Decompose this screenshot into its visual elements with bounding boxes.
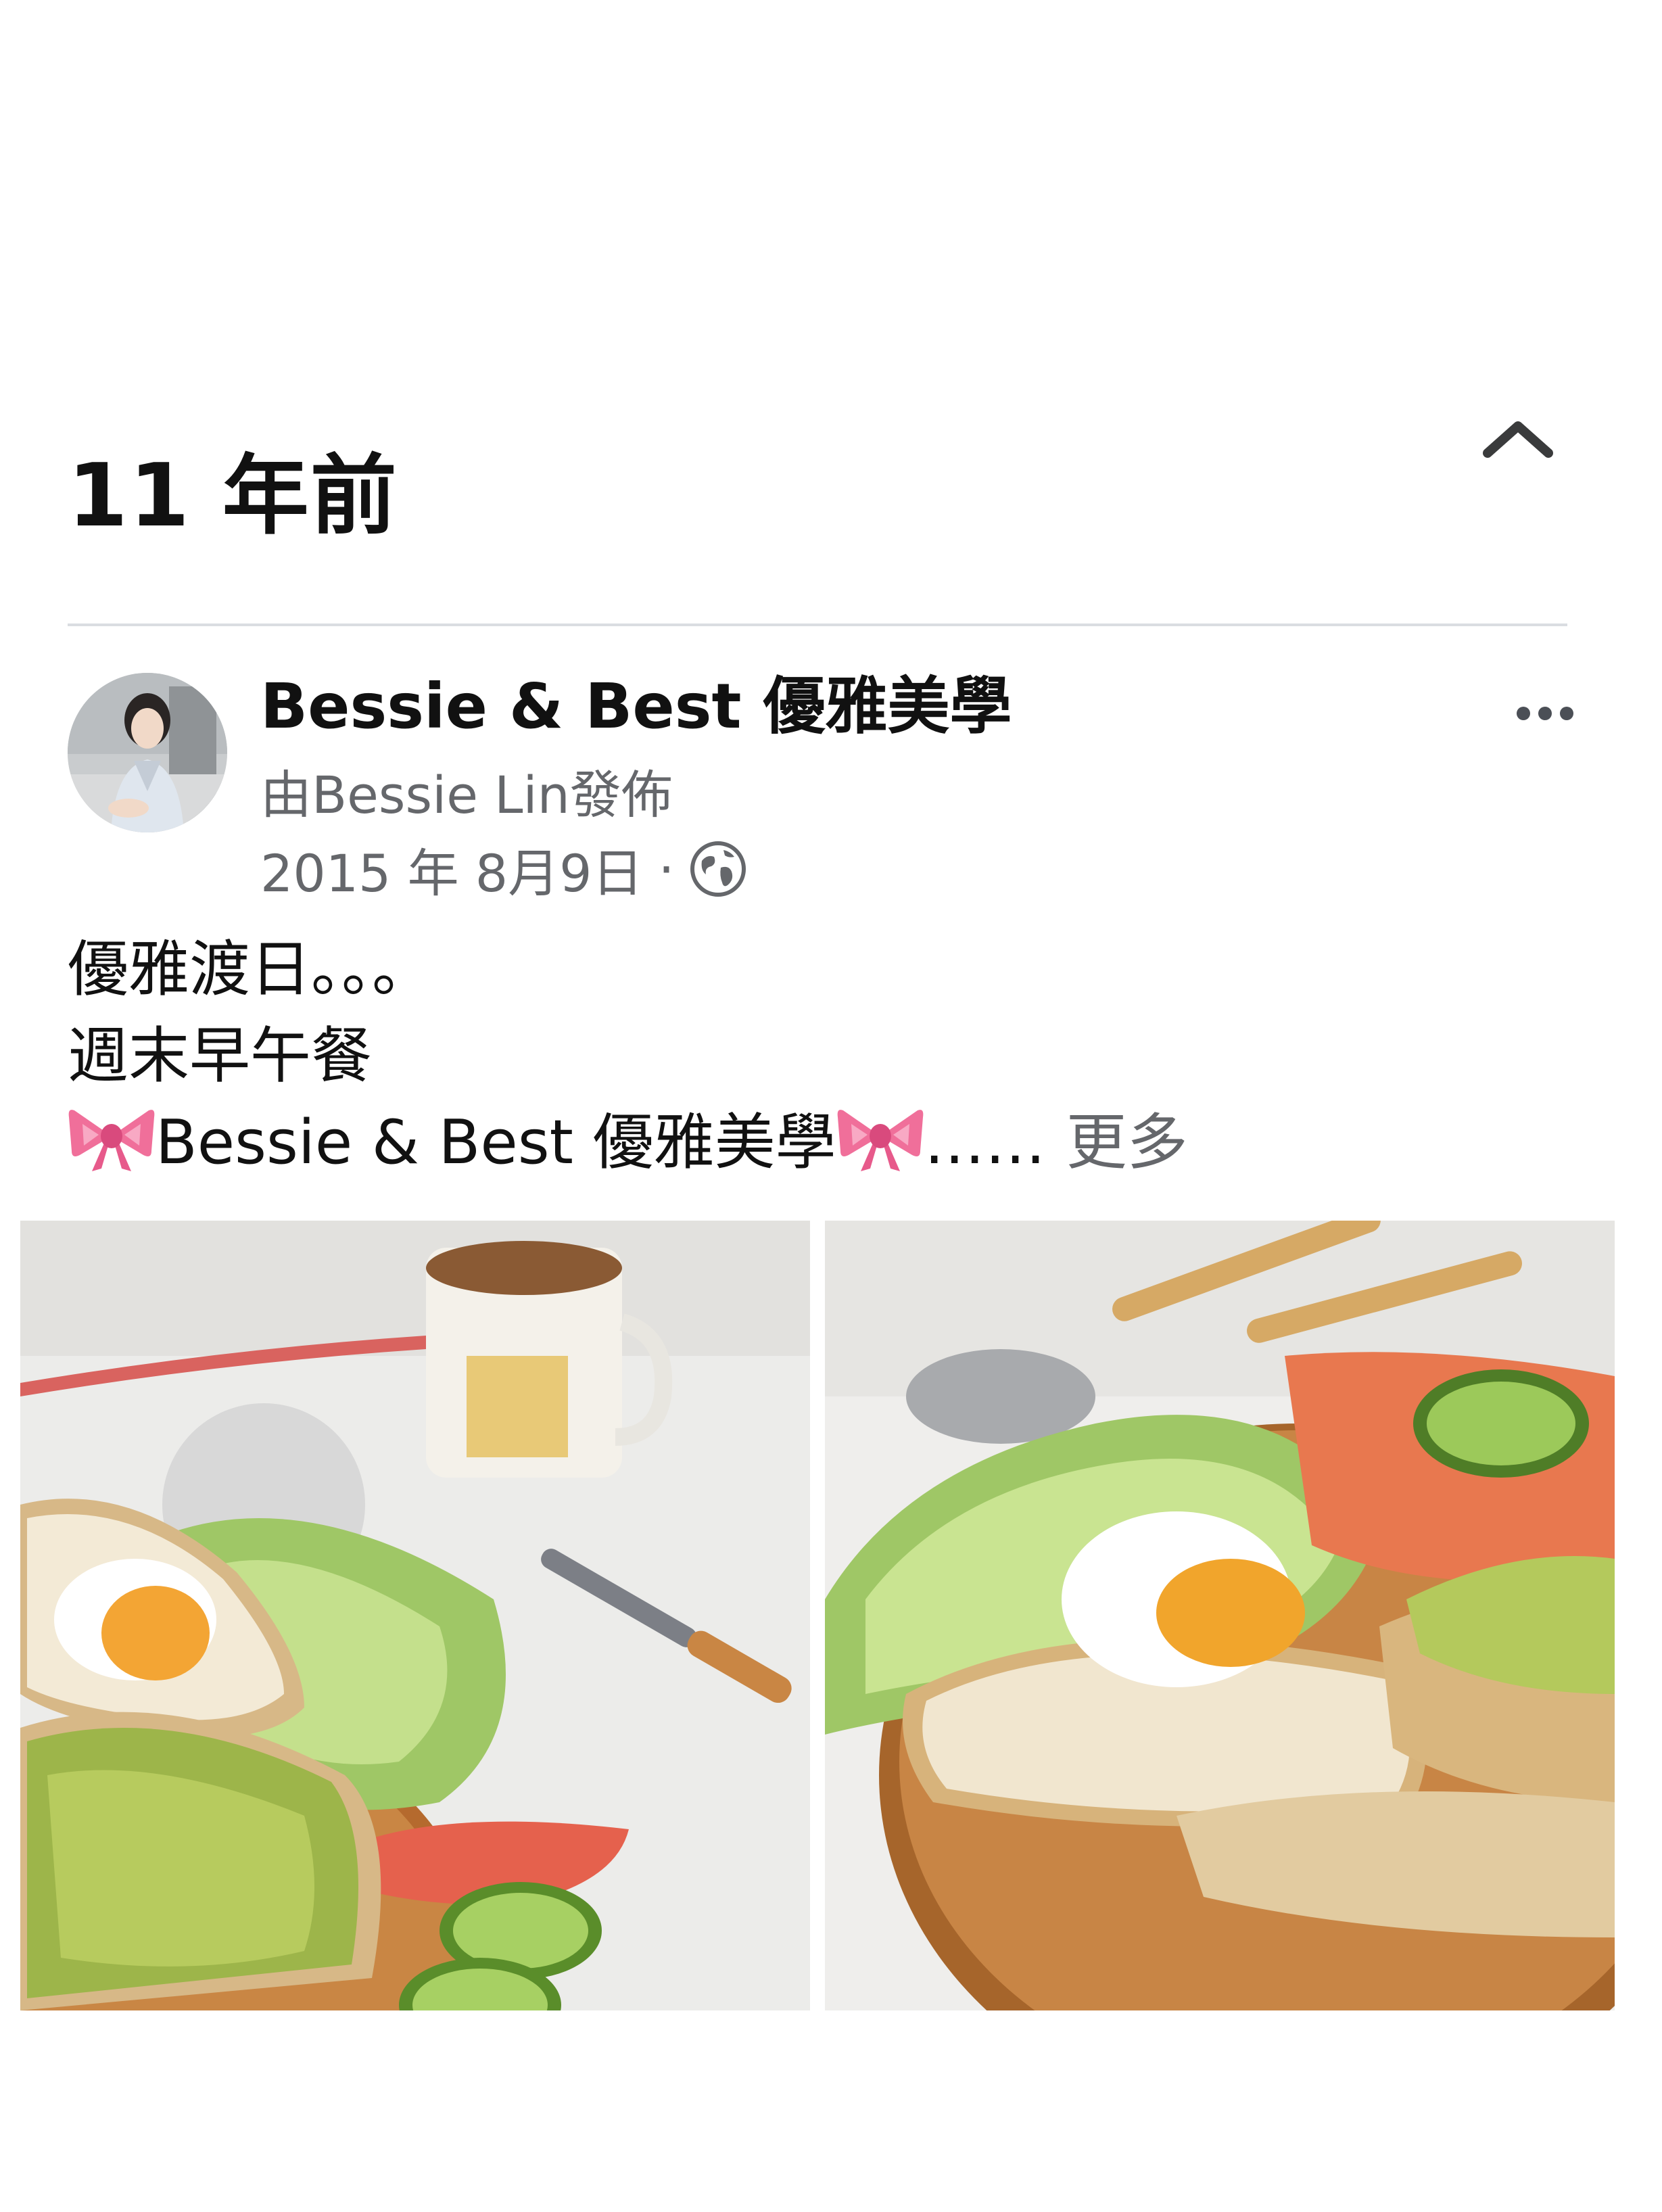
chevron-up-icon[interactable]: [1481, 419, 1555, 460]
meta-separator: ·: [658, 839, 675, 899]
post-date[interactable]: 2015 年 8月9日: [260, 832, 643, 906]
divider: [68, 623, 1567, 626]
post-text-line: 週末早午餐: [68, 1020, 372, 1091]
post-text-line-3: Bessie & Best 優雅美學 …… 更多: [68, 1100, 1589, 1186]
post-meta: 2015 年 8月9日 ·: [260, 832, 746, 906]
page-name[interactable]: Bessie & Best 優雅美學: [260, 669, 1012, 744]
dot: [1517, 707, 1530, 720]
memory-heading: 11 年前: [68, 446, 398, 546]
dot: [1538, 707, 1552, 720]
see-more-link[interactable]: 更多: [1066, 1107, 1188, 1178]
ribbon-bow-icon: [68, 1110, 155, 1171]
brunch-photo-1: [20, 1221, 810, 2010]
post-text-line: 優雅渡日。。。: [68, 934, 433, 1005]
post-photo-1[interactable]: [20, 1221, 810, 2010]
post-text-page-mention: Bessie & Best 優雅美學: [156, 1107, 836, 1178]
dot: [1560, 707, 1573, 720]
brunch-photo-2: [825, 1221, 1615, 2010]
post-text: 優雅渡日。。。 週末早午餐 Bessie & Best 優雅美學 …… 更多: [68, 926, 1589, 1186]
posted-by[interactable]: 由Bessie Lin發佈: [260, 764, 673, 826]
globe-icon[interactable]: [690, 841, 746, 897]
ribbon-bow-icon: [837, 1110, 923, 1171]
post-photo-2[interactable]: [825, 1221, 1615, 2010]
more-horizontal-icon[interactable]: [1491, 686, 1599, 740]
ellipsis: ……: [924, 1107, 1046, 1178]
avatar[interactable]: [68, 673, 227, 832]
